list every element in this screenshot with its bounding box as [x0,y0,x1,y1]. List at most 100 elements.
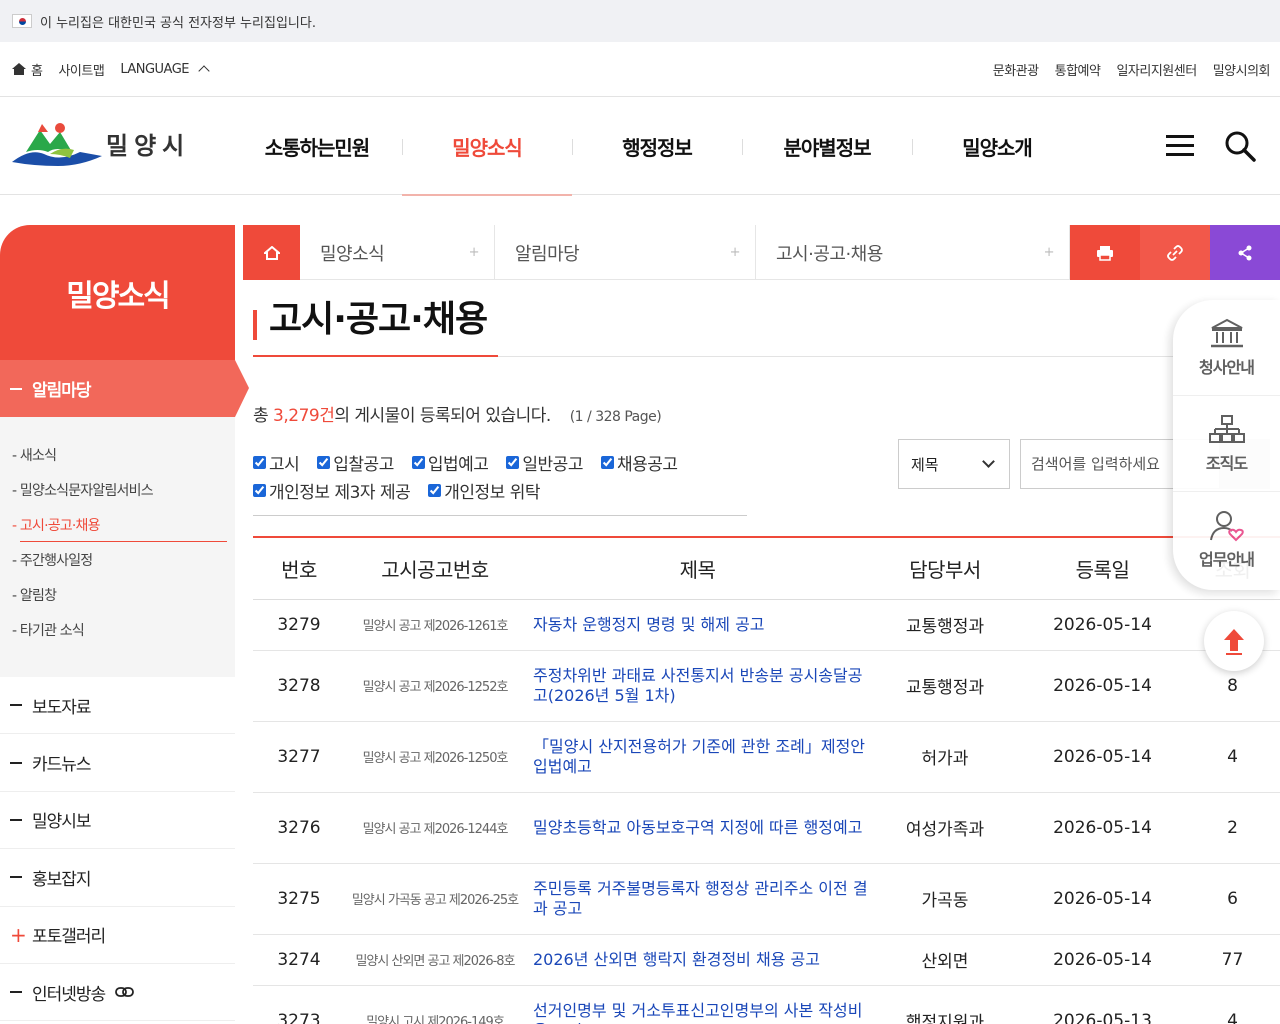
sidebar-item-broadcast[interactable]: 인터넷방송 [0,964,235,1022]
cell-date: 2026-05-14 [1020,934,1185,986]
sidebar-sub-popup[interactable]: - 알림창 [12,585,235,620]
sidebar-sub-events[interactable]: - 주간행사일정 [12,550,235,585]
post-count-prefix: 총 [253,406,274,426]
chevron-down-icon [982,455,995,468]
subject-link[interactable]: 밀양초등학교 아동보호구역 지정에 따른 행정예고 [533,818,862,837]
filter-privacy-consign[interactable]: 개인정보 위탁 [428,478,540,503]
cell-subject: 밀양초등학교 아동보호구역 지정에 따른 행정예고 [525,792,870,864]
filter-general-checkbox[interactable] [506,455,520,469]
sidebar-sub-notices[interactable]: - 고시·공고·채용 [12,515,235,550]
filter-label: 개인정보 위탁 [444,482,540,503]
korea-flag-icon [12,14,32,28]
search-field-select[interactable]: 제목 [898,439,1010,489]
quick-item-work-guide[interactable]: 업무안내 [1173,492,1280,588]
copy-link-button[interactable] [1140,225,1210,280]
home-link[interactable]: 홈 [12,60,43,79]
filter-notice[interactable]: 고시 [253,450,300,475]
breadcrumb-home[interactable] [243,225,300,280]
share-button[interactable] [1210,225,1280,280]
filter-legislation-checkbox[interactable] [411,455,425,469]
gov-banner-text: 이 누리집은 대한민국 공식 전자정부 누리집입니다. [40,15,316,31]
subject-link[interactable]: 2026년 산외면 행락지 환경정비 채용 공고 [533,950,820,969]
cell-subject: 선거인명부 및 거소투표신고인명부의 사본 작성비용 고시 [525,985,870,1024]
cell-docno: 밀양시 고시 제2026-149호 [345,985,525,1024]
sidebar-menu: 보도자료 카드뉴스 밀양시보 홍보잡지 + 포토갤러리 인터넷방송 [0,677,235,1022]
table-row: 3279 밀양시 공고 제2026-1261호 자동차 운행정지 명령 및 해제… [253,599,1280,651]
breadcrumb-level-2[interactable]: 알림마당 + [495,225,756,280]
filter-bid-checkbox[interactable] [317,455,331,469]
filter-privacy-third-checkbox[interactable] [253,483,266,497]
quick-item-org-chart[interactable]: 조직도 [1173,396,1280,492]
sidebar-active-section[interactable]: 알림마당 [0,360,249,417]
subject-link[interactable]: 주민등록 거주불명등록자 행정상 관리주소 이전 결과 공고 [533,879,868,918]
quick-item-label: 업무안내 [1199,550,1255,569]
gov-banner[interactable]: 이 누리집은 대한민국 공식 전자정부 누리집입니다. [0,0,1280,42]
subject-link[interactable]: 주정차위반 과태료 사전통지서 반송분 공시송달공고(2026년 5월 1차) [533,666,862,705]
search-icon[interactable] [1223,129,1257,163]
sidebar-item-label: 포토갤러리 [32,927,106,948]
util-link-reservation[interactable]: 통합예약 [1055,60,1101,79]
col-header-subject: 제목 [679,557,716,582]
filter-bid[interactable]: 입찰공고 [317,450,394,475]
sidebar-item-label: 인터넷방송 [32,984,106,1005]
breadcrumb-level-3[interactable]: 고시·공고·채용 + [756,225,1070,280]
logo[interactable]: 밀양시 [10,117,200,169]
sidebar-item-magazine[interactable]: 홍보잡지 [0,849,235,907]
filter-recruit[interactable]: 채용공고 [600,450,678,475]
logo-text: 밀양시 [106,131,191,160]
sidebar-item-cardnews[interactable]: 카드뉴스 [0,734,235,792]
plus-icon: + [10,922,27,947]
subject-link[interactable]: 자동차 운행정지 명령 및 해제 공고 [533,615,765,634]
cell-no: 3273 [253,985,345,1024]
sitemap-link[interactable]: 사이트맵 [58,60,104,79]
filter-legislation[interactable]: 입법예고 [411,450,489,475]
gnb-item-admin[interactable]: 행정정보 [572,97,742,195]
cell-docno: 밀양시 가곡동 공고 제2026-25호 [345,863,525,935]
sidebar-sub-other[interactable]: - 타기관 소식 [12,620,235,655]
menu-icon[interactable] [1166,135,1194,157]
subject-link[interactable]: 선거인명부 및 거소투표신고인명부의 사본 작성비용 고시 [533,1001,862,1024]
dash-icon [10,991,22,994]
sidebar-sub-news[interactable]: - 새소식 [12,445,235,480]
post-count: 총 3,279건의 게시물이 등록되어 있습니다. (1 / 328 Page) [253,401,662,426]
gnb-item-about[interactable]: 밀양소개 [912,97,1082,195]
sitemap-link-label: 사이트맵 [58,63,105,79]
filter-label: 입법예고 [427,454,489,475]
util-link-council[interactable]: 밀양시의회 [1213,60,1271,79]
sidebar-item-label: 보도자료 [32,697,92,718]
filter-privacy-consign-checkbox[interactable] [428,483,442,497]
utility-right: 문화관광 통합예약 일자리지원센터 밀양시의회 [993,60,1271,79]
filter-recruit-checkbox[interactable] [600,455,614,469]
cell-date: 2026-05-14 [1020,863,1185,935]
language-toggle[interactable]: LANGUAGE [120,62,210,77]
breadcrumb-level-1[interactable]: 밀양소식 + [300,225,495,280]
filter-privacy-third[interactable]: 개인정보 제3자 제공 [253,478,411,503]
filter-general[interactable]: 일반공고 [506,450,583,475]
sidebar-item-gallery[interactable]: + 포토갤러리 [0,907,235,964]
print-button[interactable] [1070,225,1140,280]
arrow-up-icon [1224,629,1244,655]
gnb-item-civil[interactable]: 소통하는민원 [232,97,402,195]
util-link-culture[interactable]: 문화관광 [993,60,1039,79]
dash-icon [10,876,22,879]
quick-item-office[interactable]: 청사안내 [1173,300,1280,396]
subject-link[interactable]: 「밀양시 산지전용허가 기준에 관한 조례」제정안 입법예고 [533,737,865,776]
filter-label: 개인정보 제3자 제공 [269,482,411,503]
plus-icon: + [468,245,480,260]
dash-icon [10,387,22,390]
col-header-dept: 담당부서 [909,557,981,582]
filter-notice-checkbox[interactable] [253,455,266,469]
sidebar-item-press[interactable]: 보도자료 [0,677,235,735]
sidebar-item-bulletin[interactable]: 밀양시보 [0,792,235,850]
gnb-item-news[interactable]: 밀양소식 [402,97,572,196]
cell-views: 6 [1185,863,1280,935]
col-header-docno: 고시공고번호 [381,557,489,582]
gnb-item-fields[interactable]: 분야별정보 [742,97,912,195]
util-link-job-center[interactable]: 일자리지원센터 [1116,60,1197,79]
building-icon [1210,318,1243,347]
cell-subject: 자동차 운행정지 명령 및 해제 공고 [525,599,870,651]
sidebar-sub-sms[interactable]: - 밀양소식문자알림서비스 [12,480,235,515]
table-row: 3273 밀양시 고시 제2026-149호 선거인명부 및 거소투표신고인명부… [253,985,1280,1024]
scroll-top-button[interactable] [1204,611,1264,671]
sidebar-submenu: - 새소식 - 밀양소식문자알림서비스 - 고시·공고·채용 - 주간행사일정 … [0,417,235,677]
